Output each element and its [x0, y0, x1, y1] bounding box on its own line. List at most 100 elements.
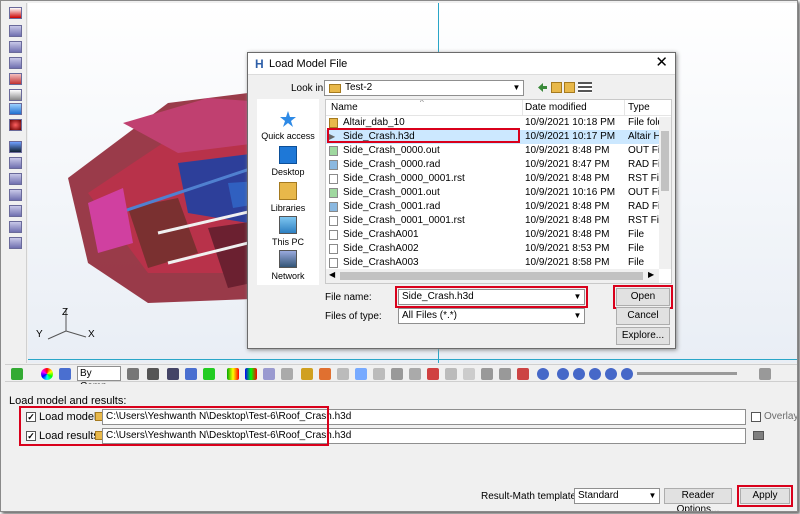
guide-line-horizontal [28, 359, 797, 360]
places-bar: Quick access Desktop Libraries This PC N… [257, 99, 319, 285]
monitor-icon[interactable] [9, 103, 22, 115]
previous-frame-icon[interactable] [573, 368, 585, 380]
contour-icon[interactable] [245, 368, 257, 380]
settings-icon[interactable] [759, 368, 771, 380]
file-row[interactable]: Side_Crash_0001.rad 10/9/2021 8:48 PM RA… [326, 200, 671, 214]
column-name[interactable]: Name [331, 102, 358, 113]
place-desktop[interactable]: Desktop [257, 143, 319, 183]
cut-icon[interactable] [355, 368, 367, 380]
place-network[interactable]: Network [257, 247, 319, 287]
mesh-icon[interactable] [127, 368, 139, 380]
comment-icon[interactable] [463, 368, 475, 380]
note-icon[interactable] [409, 368, 421, 380]
marker-icon[interactable] [319, 368, 331, 380]
file-row[interactable]: Side_Crash_0000_0001.rst 10/9/2021 8:48 … [326, 172, 671, 186]
animation-slider[interactable] [637, 372, 737, 375]
back-arrow-icon[interactable] [537, 82, 548, 93]
new-folder-icon[interactable] [564, 82, 575, 93]
page-icon[interactable] [9, 41, 22, 53]
folder-icon [329, 118, 338, 128]
column-type[interactable]: Type [628, 102, 650, 113]
out-file-icon [329, 146, 338, 156]
view-icon[interactable] [9, 189, 22, 201]
vertical-scrollbar[interactable] [659, 117, 671, 269]
place-quick-access[interactable]: Quick access [257, 107, 319, 147]
file-list[interactable]: Name ^ Date modified Type Altair_dab_10 … [325, 99, 672, 284]
component-icon[interactable] [185, 368, 197, 380]
animation-mode-icon[interactable] [537, 368, 549, 380]
overlay-checkbox[interactable] [751, 412, 761, 422]
dialog-titlebar[interactable]: H Load Model File ✕ [248, 53, 675, 75]
color-wheel-icon[interactable] [41, 368, 53, 380]
cube-icon[interactable] [167, 368, 179, 380]
last-frame-icon[interactable] [621, 368, 633, 380]
tool-icon[interactable] [517, 368, 529, 380]
file-icon [329, 258, 338, 268]
column-divider [624, 100, 625, 116]
options-icon[interactable] [753, 431, 764, 440]
measure-icon[interactable] [337, 368, 349, 380]
file-date: 10/9/2021 8:47 PM [525, 159, 610, 170]
contour-icon[interactable] [227, 368, 239, 380]
page-icon[interactable] [9, 25, 22, 37]
record-icon[interactable] [9, 119, 22, 131]
puzzle-icon[interactable] [203, 368, 215, 380]
file-row[interactable]: Side_CrashA003 10/9/2021 8:58 PM File [326, 256, 671, 270]
view-icon[interactable] [9, 157, 22, 169]
file-date: 10/9/2021 10:17 PM [525, 131, 616, 142]
look-in-value: Test-2 [345, 82, 373, 93]
first-frame-icon[interactable] [557, 368, 569, 380]
file-row[interactable]: Side_Crash_0000.out 10/9/2021 8:48 PM OU… [326, 144, 671, 158]
view-icon[interactable] [9, 237, 22, 249]
results-icon[interactable] [9, 73, 22, 85]
tool-icon[interactable] [481, 368, 493, 380]
file-type-select[interactable]: All Files (*.*) ▼ [398, 308, 585, 324]
scrollbar-thumb[interactable] [340, 272, 643, 280]
chevron-right-icon[interactable]: ▶ [648, 270, 654, 279]
query-icon[interactable] [373, 368, 385, 380]
file-row[interactable]: Side_Crash_0001.out 10/9/2021 10:16 PM O… [326, 186, 671, 200]
column-date[interactable]: Date modified [525, 102, 587, 113]
tensor-icon[interactable] [281, 368, 293, 380]
component-icon[interactable] [59, 368, 71, 380]
file-row[interactable]: Side_Crash_0000.rad 10/9/2021 8:47 PM RA… [326, 158, 671, 172]
reader-options-button[interactable]: Reader Options... [664, 488, 732, 511]
file-row[interactable]: Side_Crash_0001_0001.rst 10/9/2021 8:48 … [326, 214, 671, 228]
axis-x-label: X [88, 329, 95, 340]
cancel-button[interactable]: Cancel [616, 307, 670, 325]
view-icon[interactable] [9, 173, 22, 185]
section-icon[interactable] [427, 368, 439, 380]
explore-button[interactable]: Explore... [616, 327, 670, 345]
cube-icon[interactable] [147, 368, 159, 380]
tracing-icon[interactable] [391, 368, 403, 380]
view-icon[interactable] [9, 221, 22, 233]
horizontal-scrollbar[interactable]: ◀ ▶ [326, 269, 659, 283]
axis-triad [47, 309, 87, 340]
next-frame-icon[interactable] [605, 368, 617, 380]
view-menu-icon[interactable] [578, 82, 592, 93]
chevron-left-icon[interactable]: ◀ [329, 270, 335, 279]
display-mode-select[interactable]: By Comp [77, 366, 121, 392]
axis-z-label: Z [62, 307, 69, 318]
close-icon[interactable]: ✕ [655, 55, 668, 71]
grid-icon[interactable] [11, 368, 23, 380]
tools-icon[interactable] [9, 89, 22, 101]
up-folder-icon[interactable] [551, 82, 562, 93]
result-math-select[interactable]: Standard ▼ [574, 488, 660, 504]
file-name: Side_CrashA001 [343, 229, 419, 240]
model-icon[interactable] [9, 7, 22, 19]
file-row[interactable]: Side_CrashA001 10/9/2021 8:48 PM File [326, 228, 671, 242]
view-icon[interactable] [9, 205, 22, 217]
overlay-label: Overlay [764, 411, 798, 422]
vector-icon[interactable] [263, 368, 275, 380]
file-row[interactable]: Side_CrashA002 10/9/2021 8:53 PM File [326, 242, 671, 256]
page-icon[interactable] [9, 57, 22, 69]
layers-icon[interactable] [9, 141, 22, 153]
tool-icon[interactable] [499, 368, 511, 380]
play-icon[interactable] [589, 368, 601, 380]
scrollbar-thumb[interactable] [661, 131, 669, 191]
look-in-select[interactable]: Test-2 ▼ [324, 80, 524, 96]
deform-icon[interactable] [301, 368, 313, 380]
explode-icon[interactable] [445, 368, 457, 380]
file-icon [329, 230, 338, 240]
